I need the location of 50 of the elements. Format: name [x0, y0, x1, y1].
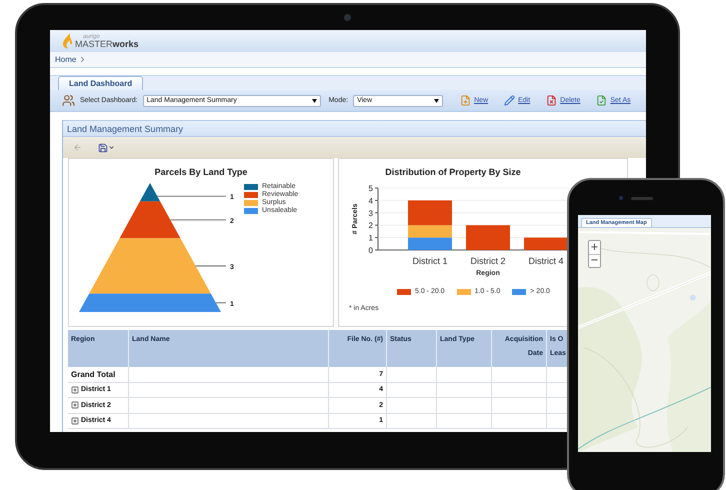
expand-icon[interactable]: [71, 401, 79, 410]
table-cell: [492, 414, 547, 429]
tick-label: 3: [368, 208, 373, 218]
camera-icon: [619, 196, 623, 200]
document-icon: [460, 95, 472, 106]
pencil-icon: [504, 95, 516, 106]
document-icon: [596, 95, 608, 106]
category-label: District 2: [470, 256, 506, 266]
expand-icon[interactable]: [71, 386, 79, 394]
dropdown-icon: [312, 98, 317, 102]
category-label: District 1: [412, 256, 448, 266]
tick-label: 1: [368, 234, 373, 243]
caret-icon[interactable]: [108, 144, 115, 151]
logo-icon: [61, 33, 73, 49]
tick-label: 5: [368, 184, 373, 193]
document-icon: [546, 95, 558, 106]
tick-label: 2: [368, 221, 373, 230]
camera-icon: [344, 14, 351, 21]
save-icon[interactable]: [98, 142, 108, 152]
table-cell: [492, 382, 547, 398]
category-label: District 4: [528, 256, 564, 266]
leader-line: [216, 302, 226, 304]
bar: [408, 238, 452, 250]
leader-line: [170, 219, 226, 220]
table-cell: [437, 414, 492, 429]
speaker-icon: [631, 197, 653, 200]
chart-title: Parcels By Land Type: [154, 167, 248, 177]
chart-title: Distribution of Property By Size: [385, 167, 521, 177]
tick-label: 0: [368, 246, 373, 255]
table-cell: [387, 414, 437, 429]
expand-icon[interactable]: [71, 416, 79, 425]
table-cell: Grand Total: [68, 367, 129, 382]
table-cell: [387, 367, 437, 382]
breadcrumb-link[interactable]: Home: [55, 55, 76, 64]
table-cell: [437, 367, 492, 382]
panel-title: Land Management Summary: [63, 120, 646, 137]
tab[interactable]: Land Dashboard: [58, 76, 144, 90]
table-cell: [437, 398, 492, 414]
zoom-out-button[interactable]: −: [589, 254, 600, 267]
logo-text: MASTERworks: [75, 40, 139, 48]
table-cell: [437, 382, 492, 398]
bar: [466, 225, 510, 250]
tick-label: 4: [368, 196, 373, 206]
table-cell: [387, 382, 437, 398]
y-axis: [374, 188, 378, 250]
dropdown-icon: [434, 98, 440, 102]
leader-line: [156, 196, 226, 197]
bar: [524, 238, 568, 250]
users-icon: [62, 94, 75, 107]
table-cell: [387, 398, 437, 414]
